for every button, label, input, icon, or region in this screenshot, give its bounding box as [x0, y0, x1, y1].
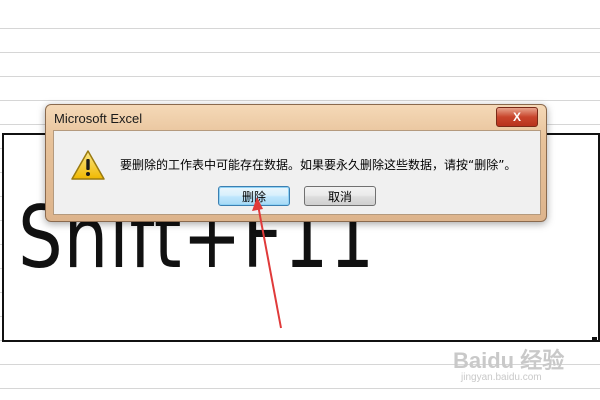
excel-dialog: Microsoft Excel X 要删除的工作表中可能存在数据。如果要永久删除… [45, 104, 547, 222]
resize-handle[interactable] [592, 337, 597, 342]
close-button[interactable]: X [496, 107, 538, 127]
warning-icon [71, 150, 105, 180]
delete-button[interactable]: 删除 [218, 186, 290, 206]
watermark-url: jingyan.baidu.com [461, 372, 542, 383]
dialog-title: Microsoft Excel [54, 111, 143, 126]
dialog-body: 要删除的工作表中可能存在数据。如果要永久删除这些数据，请按“删除”。 删除 取消 [53, 130, 541, 215]
watermark-logo: Baidu 经验 [453, 348, 565, 373]
dialog-message: 要删除的工作表中可能存在数据。如果要永久删除这些数据，请按“删除”。 [120, 158, 517, 172]
cancel-button[interactable]: 取消 [304, 186, 376, 206]
baidu-watermark: Baidu 经验 jingyan.baidu.com [453, 343, 593, 393]
